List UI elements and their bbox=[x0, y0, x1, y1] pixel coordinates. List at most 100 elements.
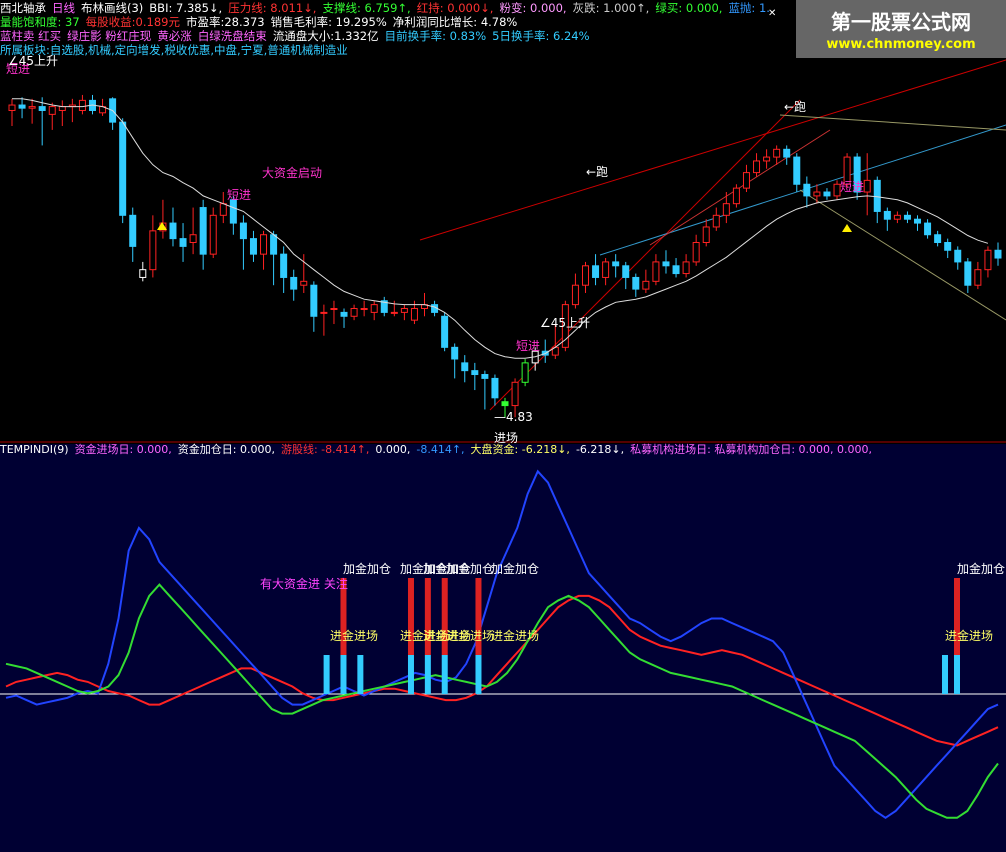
candle-body bbox=[873, 179, 881, 212]
indicator-annotation: 加金加仓 bbox=[343, 561, 391, 576]
candle-body bbox=[461, 362, 469, 372]
indicator-annotation: 进金进场 bbox=[491, 628, 539, 643]
candle-body bbox=[712, 214, 720, 228]
candle-body bbox=[511, 381, 519, 407]
add-bar bbox=[441, 578, 448, 655]
enter-bar bbox=[323, 655, 330, 694]
candle-body bbox=[310, 284, 318, 317]
stock-chart: 短进∠45上升大资金启动短进←跑∠45上升短进—4.83进场←跑短进 有大资金进… bbox=[0, 0, 1006, 852]
candle-body bbox=[48, 106, 56, 115]
candle-body bbox=[692, 242, 700, 263]
price-annotation: 短进 bbox=[840, 180, 864, 194]
candle-body bbox=[58, 106, 66, 111]
header-field: 蓝柱卖 红买 bbox=[0, 29, 62, 43]
candle-body bbox=[179, 238, 187, 247]
header-field: 净利润同比增长: 4.78% bbox=[392, 15, 518, 29]
header-field: TEMPINDI(9) bbox=[0, 443, 69, 456]
enter-bar bbox=[441, 655, 448, 694]
candle-body bbox=[652, 261, 660, 282]
candle-body bbox=[18, 104, 26, 109]
candle-body bbox=[270, 234, 278, 255]
header-field: 流通盘大小:1.332亿 bbox=[272, 29, 379, 43]
candle-body bbox=[592, 265, 600, 278]
indicator-annotation: 进金进场 bbox=[945, 628, 993, 643]
header-field: 所属板块:自选股,机械,定向增发,税收优惠,中盘,宁夏,普通机械制造业 bbox=[0, 43, 348, 57]
header-field: 销售毛利率: 19.295% bbox=[270, 15, 387, 29]
indicator-annotation: 加金加仓 bbox=[446, 561, 494, 576]
add-bar bbox=[407, 578, 414, 655]
candle-body bbox=[924, 222, 932, 236]
price-annotation: 短进 bbox=[516, 339, 540, 353]
candle-body bbox=[732, 187, 740, 205]
candle-body bbox=[803, 183, 811, 197]
candle-body bbox=[249, 238, 257, 255]
candle-body bbox=[290, 276, 298, 290]
header-field: 压力线: 8.011↓, bbox=[228, 1, 317, 15]
indicator-annotation: 有大资金进 关注 bbox=[260, 576, 348, 591]
candle-body bbox=[491, 377, 499, 399]
enter-bar bbox=[475, 655, 482, 694]
candle-body bbox=[129, 214, 137, 247]
indicator-annotation: 加金加仓 bbox=[491, 561, 539, 576]
header-field: 支撑线: 6.759↑, bbox=[322, 1, 411, 15]
watermark-url: www.chnmoney.com bbox=[826, 37, 976, 52]
add-bar bbox=[475, 578, 482, 655]
candle-body bbox=[944, 242, 952, 251]
candle-body bbox=[521, 362, 529, 383]
candle-body bbox=[893, 214, 901, 220]
candle-body bbox=[753, 160, 761, 174]
candle-body bbox=[330, 308, 338, 311]
price-annotation: —4.83 bbox=[494, 410, 533, 424]
candle-body bbox=[350, 308, 358, 317]
header-field: 5日换手率: 6.24% bbox=[492, 29, 590, 43]
candle-body bbox=[370, 304, 378, 313]
indicator-annotation: 加金加仓 bbox=[957, 561, 1005, 576]
candle-body bbox=[984, 249, 992, 271]
candle-body bbox=[662, 261, 670, 267]
header-row-4: 所属板块:自选股,机械,定向增发,税收优惠,中盘,宁夏,普通机械制造业 bbox=[0, 43, 354, 57]
watermark-title: 第一股票公式网 bbox=[831, 10, 971, 34]
header-field: -6.218↓, bbox=[575, 443, 625, 456]
watermark: 第一股票公式网 www.chnmoney.com bbox=[796, 0, 1006, 58]
candle-body bbox=[451, 346, 459, 360]
enter-bar bbox=[942, 655, 948, 694]
candle-body bbox=[642, 280, 650, 290]
header-row-2: 量能饱和度: 37 每股收益:0.189元 市盈率:28.373 销售毛利率: 19.… bbox=[0, 15, 523, 29]
candle-body bbox=[441, 315, 449, 348]
candle-body bbox=[763, 156, 771, 162]
header-field: 布林画线(3) bbox=[81, 1, 144, 15]
candle-body bbox=[481, 374, 489, 379]
candle-body bbox=[209, 214, 217, 255]
add-bar bbox=[424, 578, 431, 655]
header-field: 私募机构进场日: 私募机构加仓日: 0.000, 0.000, bbox=[630, 443, 873, 456]
candle-body bbox=[300, 280, 308, 286]
header-field: -8.414↑, bbox=[416, 443, 465, 456]
candle-body bbox=[813, 191, 821, 197]
candle-body bbox=[360, 308, 368, 311]
indicator-annotation: 进金进场 bbox=[446, 628, 494, 643]
header-field: BBI: 7.385↓, bbox=[149, 1, 223, 15]
candle-body bbox=[622, 265, 630, 278]
candle-body bbox=[581, 265, 589, 286]
candle-body bbox=[914, 218, 922, 224]
candle-body bbox=[903, 214, 911, 220]
header-field: 资金加仓日: 0.000, bbox=[177, 443, 275, 456]
price-annotation: ∠45上升 bbox=[540, 316, 590, 330]
header-field: 灰跌: 1.000↑, bbox=[572, 1, 650, 15]
candle-body bbox=[239, 222, 247, 240]
candle-body bbox=[602, 261, 610, 278]
candle-body bbox=[390, 311, 398, 314]
header-field: 0.000, bbox=[375, 443, 411, 456]
header-field: 市盈率:28.373 bbox=[185, 15, 265, 29]
candle-body bbox=[280, 253, 288, 278]
header-field: 蓝抛: 1. bbox=[728, 1, 770, 15]
header-field: 绿买: 0.000, bbox=[655, 1, 723, 15]
candle-body bbox=[773, 148, 781, 158]
header-field: 资金进场日: 0.000, bbox=[74, 443, 172, 456]
candle-body bbox=[672, 265, 680, 275]
close-icon[interactable]: ✕ bbox=[768, 8, 776, 19]
candle-body bbox=[934, 234, 942, 243]
candle-body bbox=[501, 401, 509, 407]
enter-bar bbox=[340, 655, 347, 694]
candle-body bbox=[742, 172, 750, 189]
